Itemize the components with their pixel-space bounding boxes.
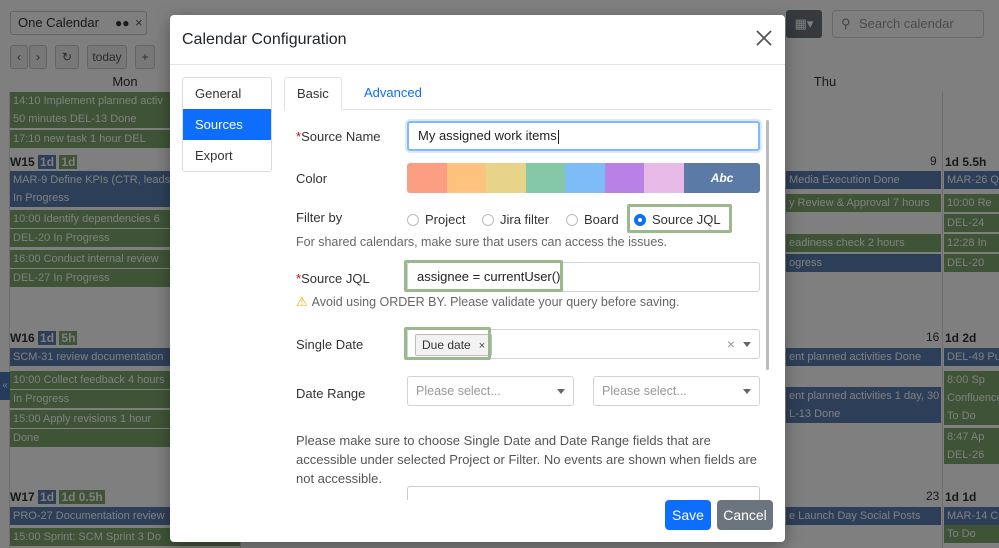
filter-help-text: For shared calendars, make sure that use… [296,235,668,249]
source-jql-label-text: Source JQL [301,271,370,286]
color-swatch-selected[interactable]: Abc [684,163,760,193]
color-swatch[interactable] [604,163,645,193]
filter-by-radio-group: Project Jira filter Board Source JQL [407,208,757,232]
date-range-end-select[interactable]: Please select... [593,376,760,406]
text-caret [557,129,559,144]
nav-item-export[interactable]: Export [183,140,271,171]
single-date-select[interactable]: Due date × × [407,329,760,359]
tab-basic[interactable]: Basic [284,77,342,111]
chevron-down-icon [743,342,751,347]
color-swatch[interactable] [525,163,566,193]
radio-dot [482,214,494,226]
color-swatch[interactable] [644,163,685,193]
radio-dot [407,214,419,226]
color-swatch[interactable] [446,163,487,193]
radio-label: Project [425,212,466,227]
date-range-start-select[interactable]: Please select... [407,376,574,406]
radio-label: Jira filter [500,212,550,227]
config-tabs: Basic Advanced [284,77,772,111]
settings-nav: General Sources Export [182,77,272,172]
jql-warning-text: Avoid using ORDER BY. Please validate yo… [311,295,680,309]
nav-item-general[interactable]: General [183,78,271,109]
source-jql-label: *Source JQL [296,271,370,286]
color-label: Color [296,171,328,186]
close-icon[interactable] [753,27,775,49]
chevron-down-icon [743,389,751,394]
calendar-configuration-dialog: Calendar Configuration General Sources E… [170,15,785,542]
placeholder: Please select... [602,384,687,398]
single-date-label: Single Date [296,337,364,352]
date-range-label: Date Range [296,386,366,401]
remove-chip-icon[interactable]: × [479,340,485,352]
tab-advanced[interactable]: Advanced [352,77,434,110]
modal-footer: Save Cancel [170,489,785,542]
nav-item-sources[interactable]: Sources [183,109,271,140]
radio-dot [634,214,646,226]
scrollbar[interactable] [766,120,769,370]
fields-note: Please make sure to choose Single Date a… [296,433,758,486]
filter-by-label: Filter by [296,210,343,225]
color-swatch[interactable] [486,163,526,193]
selected-field-chip: Due date × [415,334,493,356]
color-picker: Abc [407,163,760,193]
color-swatch[interactable] [407,163,447,193]
radio-label: Board [584,212,619,227]
save-button[interactable]: Save [665,500,711,530]
source-name-value: My assigned work items [418,128,557,143]
source-name-label: *Source Name [296,129,381,144]
radio-board[interactable]: Board [566,208,619,232]
color-swatch[interactable] [565,163,605,193]
warning-icon: ⚠ [296,294,308,309]
chevron-down-icon [557,389,565,394]
radio-label: Source JQL [652,212,721,227]
chip-label: Due date [422,338,471,352]
jql-warning: ⚠ Avoid using ORDER BY. Please validate y… [296,294,679,310]
radio-jira-filter[interactable]: Jira filter [482,208,549,232]
source-name-input[interactable]: My assigned work items [407,121,760,151]
radio-source-jql[interactable]: Source JQL [634,208,721,232]
source-jql-value: assignee = currentUser() [417,269,561,284]
modal-title: Calendar Configuration [182,31,347,48]
radio-project[interactable]: Project [407,208,465,232]
modal-header: Calendar Configuration [170,15,785,65]
source-name-label-text: Source Name [301,129,381,144]
source-jql-input[interactable]: assignee = currentUser() [407,262,760,292]
clear-selection-icon[interactable]: × [727,330,735,358]
placeholder: Please select... [416,384,501,398]
radio-dot [566,214,578,226]
cancel-button[interactable]: Cancel [717,500,773,530]
